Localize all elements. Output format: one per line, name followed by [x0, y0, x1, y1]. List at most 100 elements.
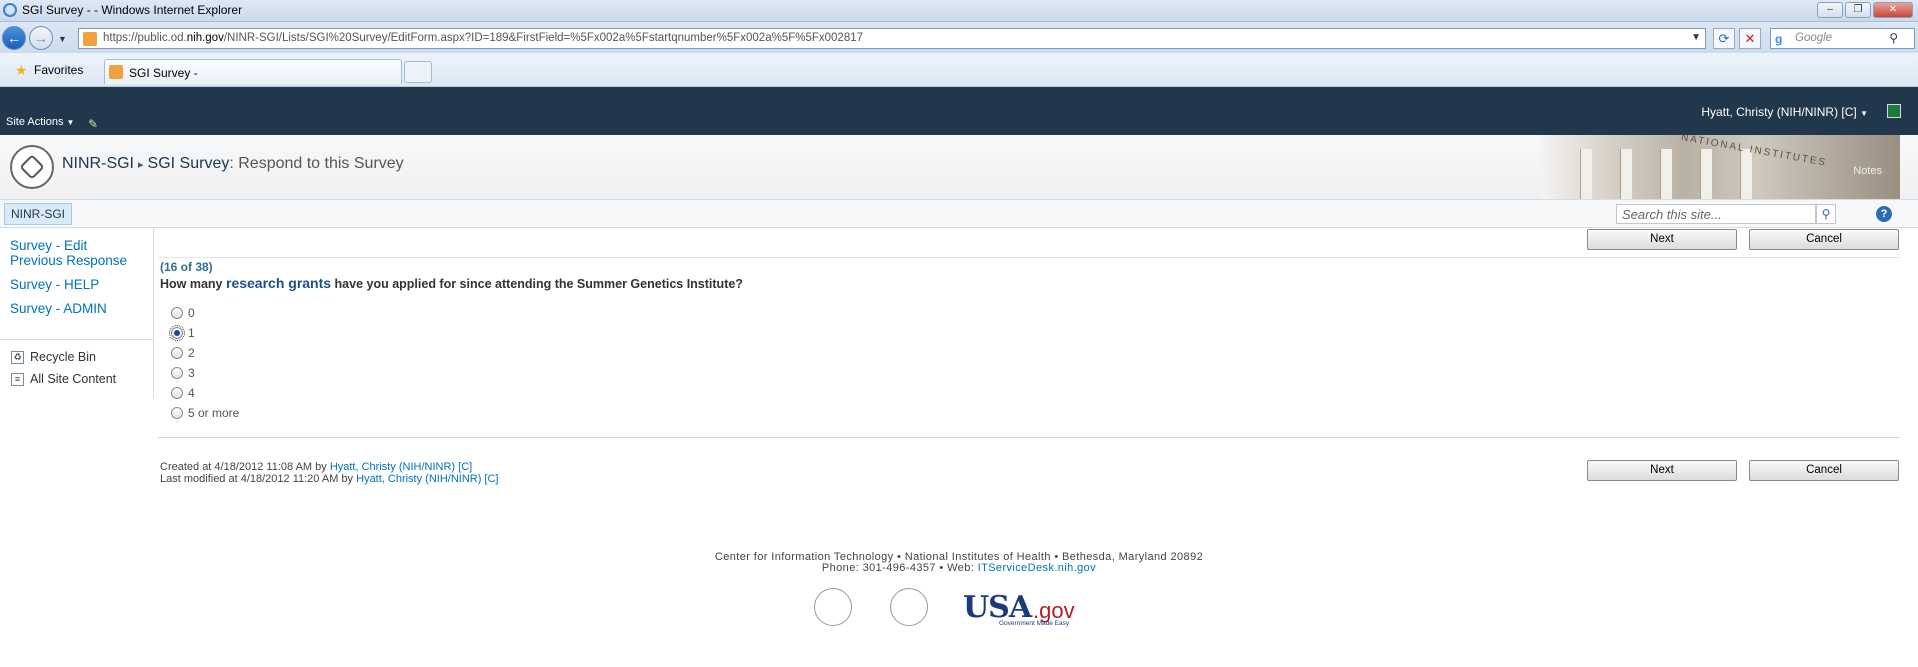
- created-by-link[interactable]: Hyatt, Christy (NIH/NINR) [C]: [330, 461, 472, 473]
- address-bar[interactable]: https://public.od.nih.gov/NINR-SGI/Lists…: [78, 28, 1706, 49]
- nih-seal-icon[interactable]: [814, 588, 852, 626]
- site-actions-label: Site Actions: [6, 116, 64, 128]
- question-progress: (16 of 38): [160, 260, 213, 274]
- window-title-bar: SGI Survey - - Windows Internet Explorer…: [0, 0, 1918, 22]
- site-banner-image: NATIONAL INSTITUTES Notes: [1540, 135, 1900, 199]
- hhs-seal-icon[interactable]: [890, 588, 928, 626]
- created-info: Created at 4/18/2012 11:08 AM by Hyatt, …: [160, 461, 472, 473]
- window-title: SGI Survey - - Windows Internet Explorer: [22, 3, 243, 17]
- recycle-bin-icon: ♻: [11, 351, 24, 364]
- google-icon: g: [1775, 32, 1783, 46]
- next-button-top[interactable]: Next: [1587, 229, 1737, 250]
- restore-button[interactable]: ❐: [1845, 2, 1871, 18]
- browser-tab-active[interactable]: SGI Survey -: [104, 59, 402, 84]
- browser-search-placeholder: Google: [1795, 32, 1833, 44]
- tab-label: SGI Survey -: [129, 66, 198, 80]
- url-prefix: https://public.od.: [103, 32, 187, 44]
- favorites-button[interactable]: Favorites: [34, 63, 83, 77]
- refresh-button[interactable]: ⟳: [1713, 28, 1735, 49]
- breadcrumb-list-link[interactable]: SGI Survey: [148, 155, 230, 172]
- forward-arrow-icon: →: [34, 30, 48, 46]
- nav-link-survey-admin[interactable]: Survey - ADMIN: [10, 301, 107, 317]
- new-tab-button[interactable]: [404, 61, 432, 83]
- cancel-button-top[interactable]: Cancel: [1749, 229, 1899, 250]
- nav-link-previous-response[interactable]: Previous Response: [10, 253, 127, 269]
- left-navigation: Survey - Edit Previous Response Survey -…: [0, 228, 154, 398]
- all-site-content-link[interactable]: All Site Content: [30, 372, 116, 386]
- radio-button[interactable]: [171, 387, 183, 399]
- modified-text: Last modified at 4/18/2012 11:20 AM by: [160, 473, 357, 485]
- address-dropdown-icon[interactable]: ▼: [1691, 32, 1701, 43]
- search-icon: ⚲: [1821, 207, 1831, 221]
- back-button[interactable]: ←: [2, 26, 26, 50]
- favorites-star-icon: ★: [15, 62, 28, 78]
- history-dropdown-button[interactable]: ▼: [58, 34, 67, 44]
- question-text-start: How many: [160, 277, 226, 291]
- radio-button[interactable]: [171, 307, 183, 319]
- form-top-divider: [158, 257, 1900, 258]
- search-icon[interactable]: ⚲: [1889, 31, 1898, 45]
- answer-option-label: 4: [188, 386, 195, 400]
- address-url[interactable]: https://public.od.nih.gov/NINR-SGI/Lists…: [103, 32, 863, 44]
- chevron-down-icon: ▼: [1860, 109, 1868, 118]
- breadcrumb: NINR-SGI ▸ SGI Survey: Respond to this Sur…: [62, 155, 404, 173]
- next-button-bottom[interactable]: Next: [1587, 460, 1737, 481]
- modified-by-link[interactable]: Hyatt, Christy (NIH/NINR) [C]: [356, 473, 498, 485]
- sharepoint-top-bar: Site Actions ▼ ✎ Hyatt, Christy (NIH/NIN…: [0, 87, 1918, 135]
- user-menu[interactable]: Hyatt, Christy (NIH/NINR) [C] ▼: [1701, 105, 1868, 119]
- question-highlight: research grants: [226, 275, 332, 291]
- favorites-bar: ★ Favorites SGI Survey -: [0, 53, 1918, 87]
- address-toolbar: ← → ▼ https://public.od.nih.gov/NINR-SGI…: [0, 22, 1918, 53]
- notes-link[interactable]: Notes: [1853, 165, 1882, 177]
- nav-link-survey-edit[interactable]: Survey - Edit: [10, 238, 87, 254]
- usa-gov-logo[interactable]: USA .gov Government Made Easy: [963, 590, 1089, 630]
- edit-page-icon[interactable]: ✎: [88, 117, 98, 131]
- chevron-down-icon: ▼: [66, 118, 75, 127]
- answer-option-label: 2: [188, 346, 195, 360]
- radio-button[interactable]: [171, 407, 183, 419]
- close-window-button[interactable]: ✕: [1873, 2, 1913, 18]
- site-content-icon: ≡: [11, 373, 24, 386]
- footer-contact: Phone: 301-496-4357 • Web: ITServiceDesk…: [0, 562, 1918, 574]
- service-desk-link[interactable]: ITServiceDesk.nih.gov: [978, 562, 1096, 574]
- breadcrumb-site-link[interactable]: NINR-SGI: [62, 155, 134, 172]
- answer-option-label: 1: [188, 326, 195, 340]
- radio-button[interactable]: [171, 347, 183, 359]
- site-actions-menu[interactable]: Site Actions ▼: [6, 116, 74, 128]
- stop-button[interactable]: ✕: [1739, 28, 1761, 49]
- radio-button[interactable]: [171, 367, 183, 379]
- favicon-icon: [83, 32, 97, 46]
- cancel-button-bottom[interactable]: Cancel: [1749, 460, 1899, 481]
- radio-button-selected[interactable]: [169, 325, 185, 341]
- left-nav-divider: [0, 339, 154, 340]
- question-text: How many research grants have you applie…: [160, 275, 743, 291]
- usa-gov-tagline: Government Made Easy: [999, 620, 1070, 627]
- ie-logo-icon: [3, 3, 17, 17]
- url-domain: nih.gov: [186, 32, 224, 44]
- footer-phone: Phone: 301-496-4357 • Web:: [821, 562, 978, 574]
- url-rest: /NINR-SGI/Lists/SGI%20Survey/EditForm.as…: [223, 32, 864, 44]
- breadcrumb-separator-icon: ▸: [138, 159, 144, 171]
- help-icon[interactable]: ?: [1876, 206, 1892, 222]
- refresh-icon: ⟳: [1718, 31, 1730, 46]
- browser-search-box[interactable]: g Google ⚲: [1770, 28, 1915, 49]
- forward-button[interactable]: →: [29, 26, 53, 50]
- minimize-button[interactable]: ‒: [1817, 2, 1843, 18]
- excel-icon[interactable]: [1887, 104, 1901, 118]
- answer-option-label: 0: [188, 306, 195, 320]
- user-name: Hyatt, Christy (NIH/NINR) [C]: [1701, 105, 1857, 119]
- top-nav-tab-ninr-sgi[interactable]: NINR-SGI: [4, 203, 72, 225]
- stop-icon: ✕: [1744, 31, 1756, 46]
- nav-link-survey-help[interactable]: Survey - HELP: [10, 277, 99, 293]
- site-search-input[interactable]: Search this site...: [1616, 204, 1816, 224]
- top-navigation: NINR-SGI Search this site... ⚲ ?: [0, 200, 1918, 228]
- tab-favicon-icon: [109, 65, 123, 79]
- question-text-end: have you applied for since attending the…: [331, 277, 743, 291]
- recycle-bin-link[interactable]: Recycle Bin: [30, 350, 96, 364]
- form-bottom-divider: [158, 437, 1900, 438]
- answer-option-label: 3: [188, 366, 195, 380]
- answer-option-label: 5 or more: [188, 406, 240, 420]
- site-title-area: NINR-SGI ▸ SGI Survey: Respond to this Sur…: [0, 135, 1918, 200]
- site-search-button[interactable]: ⚲: [1816, 204, 1836, 224]
- page-title: : Respond to this Survey: [229, 155, 404, 172]
